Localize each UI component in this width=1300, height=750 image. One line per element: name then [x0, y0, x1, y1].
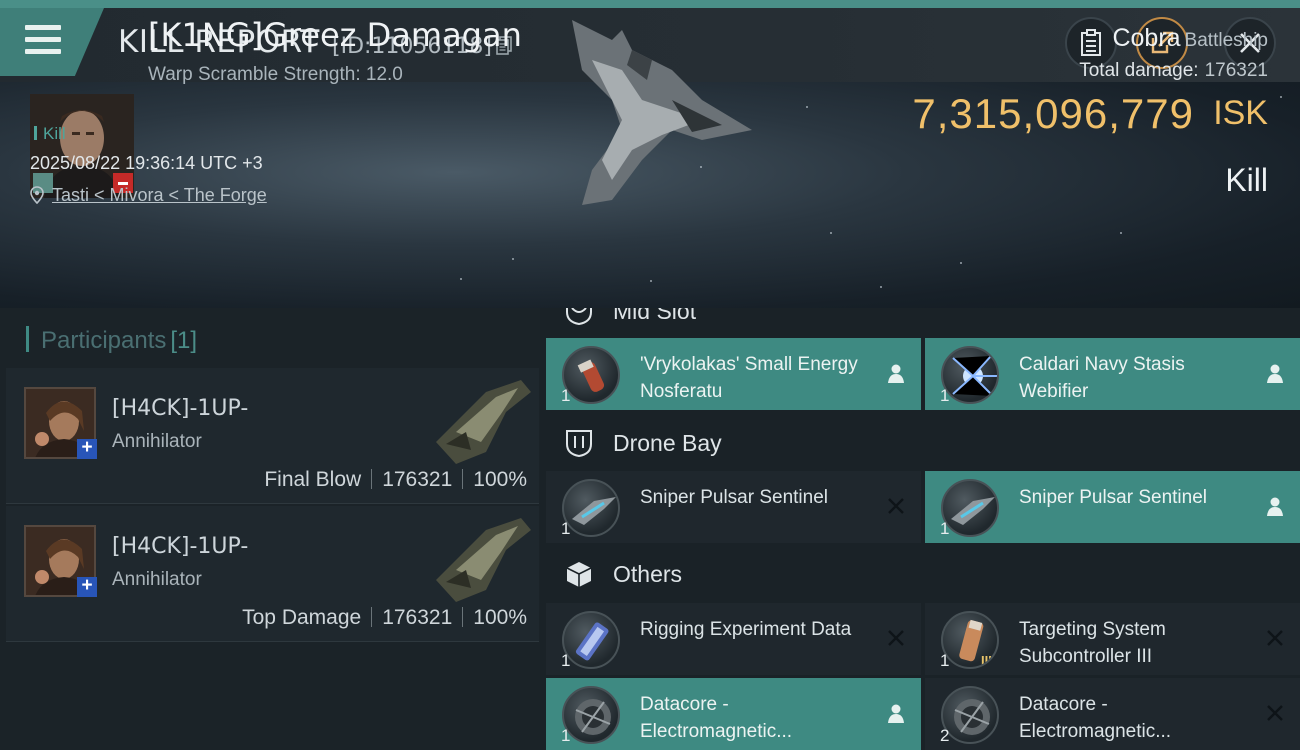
- targeting-subcontroller-icon: III: [941, 611, 999, 669]
- mid-slot-title: Mid Slot: [613, 308, 697, 324]
- drone-bay-title: Drone Bay: [613, 430, 722, 456]
- destroyed-x-icon[interactable]: [885, 627, 907, 649]
- participant-ship: Annihilator: [112, 569, 202, 590]
- sentinel-drone-icon: [941, 479, 999, 537]
- hamburger-icon: [25, 25, 61, 55]
- person-icon[interactable]: [885, 362, 907, 384]
- fitting-item[interactable]: 1 Sniper Pulsar Sentinel: [925, 471, 1300, 543]
- item-quantity: 1: [940, 519, 950, 538]
- kill-location[interactable]: Tasti < Mivora < The Forge: [30, 185, 267, 206]
- location-pin-icon: [30, 186, 44, 204]
- section-drone-bay: Drone Bay: [540, 418, 1300, 468]
- participant-damage: 176321: [382, 606, 453, 629]
- item-quantity: 1: [940, 651, 950, 670]
- item-name: Rigging Experiment Data: [640, 619, 852, 640]
- item-name: Datacore - Electromagnetic...: [640, 694, 793, 742]
- participants-title-label: Participants: [41, 327, 167, 354]
- fitting-item[interactable]: 2 Datacore - Electromagnetic...: [925, 678, 1300, 750]
- add-contact-icon[interactable]: +: [77, 438, 97, 459]
- participants-panel: Participants [1] + [H4CK]-1UP- Annihilato…: [0, 308, 540, 750]
- item-name: Caldari Navy Stasis Webifier: [1019, 354, 1185, 402]
- item-name: 'Vrykolakas' Small Energy Nosferatu: [640, 354, 858, 402]
- victim-name[interactable]: [K1NG]Greez Damagan: [148, 16, 522, 54]
- section-others: Others: [540, 549, 1300, 599]
- add-contact-icon[interactable]: +: [77, 576, 97, 597]
- participant-row[interactable]: + [H4CK]-1UP- Annihilator Top Damage 1763…: [6, 506, 539, 642]
- destroyed-x-icon[interactable]: [1264, 627, 1286, 649]
- victim-ship[interactable]: Cobra Battleship: [1112, 24, 1268, 53]
- kill-result: Kill: [1225, 162, 1268, 198]
- participant-row[interactable]: + [H4CK]-1UP- Annihilator Final Blow 1763…: [6, 368, 539, 504]
- section-mid-slot: Mid Slot: [540, 308, 1300, 336]
- mid-slot-icon: [566, 308, 592, 326]
- fitting-panel[interactable]: Mid Slot 1 'Vrykolakas' Small Energy Nos…: [540, 308, 1300, 750]
- participants-title: Participants [1]: [26, 326, 197, 355]
- fitting-item[interactable]: III 1 Targeting System Subcontroller III: [925, 603, 1300, 675]
- participant-stats: Top Damage 176321 100%: [242, 606, 527, 630]
- ship-name: Cobra: [1112, 24, 1181, 52]
- clipboard-icon: [1081, 29, 1101, 56]
- participant-name[interactable]: [H4CK]-1UP-: [112, 396, 248, 421]
- item-quantity: 1: [561, 519, 571, 538]
- datacore-icon: [941, 686, 999, 744]
- participant-stats: Final Blow 176321 100%: [264, 468, 527, 492]
- top-accent-line: [0, 0, 1300, 8]
- participant-ship-image[interactable]: [426, 510, 536, 606]
- fitting-item[interactable]: 1 Sniper Pulsar Sentinel: [546, 471, 921, 543]
- fitting-item[interactable]: 1 Datacore - Electromagnetic...: [546, 678, 921, 750]
- isk-unit: ISK: [1213, 94, 1268, 132]
- drone-bay-icon: [566, 430, 592, 458]
- warp-scramble-strength: Warp Scramble Strength: 12.0: [148, 64, 403, 85]
- participant-percent: 100%: [473, 606, 527, 629]
- participant-ship-image[interactable]: [426, 372, 536, 468]
- nosferatu-icon: [562, 346, 620, 404]
- fitting-item[interactable]: 1 'Vrykolakas' Small Energy Nosferatu: [546, 338, 921, 410]
- datacore-icon: [562, 686, 620, 744]
- sentinel-drone-icon: [562, 479, 620, 537]
- fitting-item[interactable]: 1 Rigging Experiment Data: [546, 603, 921, 675]
- item-quantity: 1: [561, 386, 571, 405]
- destroyed-x-icon[interactable]: [1264, 702, 1286, 724]
- item-name: Sniper Pulsar Sentinel: [640, 487, 828, 508]
- person-icon[interactable]: [1264, 362, 1286, 384]
- kill-tag: Kill: [34, 124, 66, 144]
- participant-percent: 100%: [473, 468, 527, 491]
- participant-role: Final Blow: [264, 468, 362, 491]
- stasis-webifier-icon: [941, 346, 999, 404]
- item-name: Sniper Pulsar Sentinel: [1019, 487, 1207, 508]
- experiment-data-icon: [562, 611, 620, 669]
- item-name: Datacore - Electromagnetic...: [1019, 694, 1172, 742]
- participant-role: Top Damage: [242, 606, 362, 629]
- location-link[interactable]: Tasti < Mivora < The Forge: [52, 185, 267, 205]
- person-icon[interactable]: [1264, 495, 1286, 517]
- item-quantity: 1: [940, 386, 950, 405]
- svg-text:III: III: [981, 653, 992, 668]
- item-name: Targeting System Subcontroller III: [1019, 619, 1166, 667]
- total-damage-value: 176321: [1204, 60, 1268, 81]
- ship-class: Battleship: [1184, 30, 1268, 51]
- item-quantity: 2: [940, 726, 950, 745]
- item-quantity: 1: [561, 726, 571, 745]
- item-quantity: 1: [561, 651, 571, 670]
- fitting-item[interactable]: 1 Caldari Navy Stasis Webifier: [925, 338, 1300, 410]
- isk-value: 7,315,096,779: [912, 90, 1194, 137]
- participant-name[interactable]: [H4CK]-1UP-: [112, 534, 248, 559]
- participant-ship: Annihilator: [112, 431, 202, 452]
- total-damage-label: Total damage:: [1079, 60, 1199, 81]
- person-icon[interactable]: [885, 702, 907, 724]
- victim-ship-image[interactable]: [552, 10, 772, 210]
- total-damage: Total damage: 176321: [1079, 60, 1268, 82]
- destroyed-x-icon[interactable]: [885, 495, 907, 517]
- kill-timestamp: 2025/08/22 19:36:14 UTC +3: [30, 153, 263, 173]
- participant-damage: 176321: [382, 468, 453, 491]
- cargo-box-icon: [566, 562, 592, 587]
- others-title: Others: [613, 561, 683, 587]
- participants-count: [1]: [170, 327, 198, 354]
